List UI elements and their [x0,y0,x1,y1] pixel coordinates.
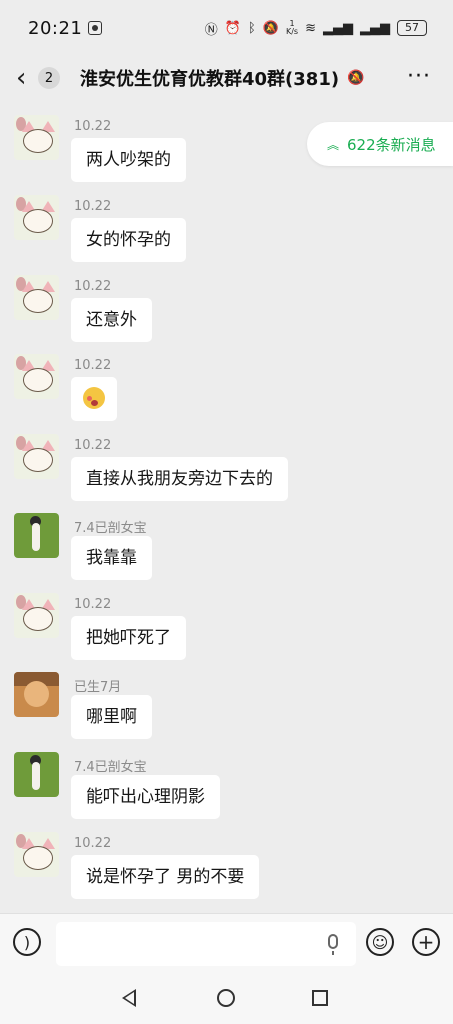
cat-avatar[interactable] [14,434,59,479]
cat-avatar[interactable] [14,115,59,160]
bluetooth-icon: ᛒ [247,20,256,36]
sender-name: 10.22 [74,438,112,453]
mic-icon[interactable] [328,934,338,955]
sender-name: 7.4已剖女宝 [74,521,147,536]
mute-status-icon: 🔕 [262,20,279,36]
new-messages-label: 622条新消息 [347,135,436,154]
nfc-icon: Ⓝ [204,22,218,38]
chat-list[interactable]: 10.22 两人吵架的 10.22 女的怀孕的 10.22 还意外 10.22 … [0,112,453,912]
cat-avatar[interactable] [14,195,59,240]
signal-icon-2: ▂▄▆ [360,20,390,36]
player-avatar[interactable] [14,513,59,558]
message-bubble[interactable]: 女的怀孕的 [71,218,186,262]
chat-title: 淮安优生优育优教群40群(381) [80,69,340,90]
chat-header: ‹ 2 淮安优生优育优教群40群(381) 🔕 ··· [0,56,453,100]
wifi-icon: ≋ [305,20,316,36]
message-bubble[interactable]: 把她吓死了 [71,616,186,660]
new-messages-button[interactable]: ︽ 622条新消息 [307,122,453,166]
battery-icon: 57 [397,20,427,36]
status-left: 20:21 [28,17,103,39]
unread-count-badge[interactable]: 2 [38,67,60,89]
more-options-button[interactable]: ··· [407,64,431,89]
system-nav-bar [0,973,453,1024]
message-input[interactable] [56,922,356,966]
flushed-face-emoji-icon [83,386,105,409]
nav-recent-icon[interactable] [312,990,328,1006]
player-avatar[interactable] [14,752,59,797]
message-bubble[interactable]: 我靠靠 [71,536,152,580]
notification-icon [88,21,103,35]
message-bubble[interactable]: 说是怀孕了 男的不要 [71,855,260,899]
voice-icon[interactable]: ) [13,928,41,956]
network-speed: 1 K/s [286,20,298,36]
emoji-icon[interactable]: ☺ [366,928,394,956]
sender-name: 7.4已剖女宝 [74,760,147,775]
status-bar: 20:21 Ⓝ ⏰ ᛒ 🔕 1 K/s ≋ ▂▄▆ ▂▄▆ 57 [0,0,453,56]
message-bubble[interactable]: 直接从我朋友旁边下去的 [71,457,288,501]
message-bubble[interactable]: 能吓出心理阴影 [71,775,220,819]
sender-name: 10.22 [74,119,112,134]
back-arrow-icon[interactable]: ‹ [16,63,34,93]
speed-unit: K/s [285,27,299,36]
sender-name: 10.22 [74,279,112,294]
message-bubble[interactable]: 还意外 [71,298,152,342]
muted-bell-icon: 🔕 [347,70,365,86]
cat-avatar[interactable] [14,275,59,320]
status-right: Ⓝ ⏰ ᛒ 🔕 1 K/s ≋ ▂▄▆ ▂▄▆ 57 [205,19,427,38]
cat-avatar[interactable] [14,832,59,877]
sender-name: 10.22 [74,597,112,612]
status-time: 20:21 [28,17,83,39]
input-bar: ) ☺ + [0,913,453,973]
sender-name: 10.22 [74,358,112,373]
nav-home-icon[interactable] [217,989,235,1007]
message-bubble[interactable]: 哪里啊 [71,695,152,739]
alarm-icon: ⏰ [224,20,241,36]
cat-avatar[interactable] [14,354,59,399]
signal-icon: ▂▄▆ [323,20,353,36]
dog-avatar[interactable] [14,672,59,717]
nav-back-icon[interactable] [122,989,136,1007]
cat-avatar[interactable] [14,593,59,638]
double-chevron-up-icon: ︽ [327,137,340,152]
sender-name: 10.22 [74,199,112,214]
emoji-message-bubble[interactable] [71,377,117,421]
message-bubble[interactable]: 两人吵架的 [71,138,186,182]
sender-name: 10.22 [74,836,112,851]
plus-icon[interactable]: + [412,928,440,956]
sender-name: 已生7月 [74,680,122,695]
